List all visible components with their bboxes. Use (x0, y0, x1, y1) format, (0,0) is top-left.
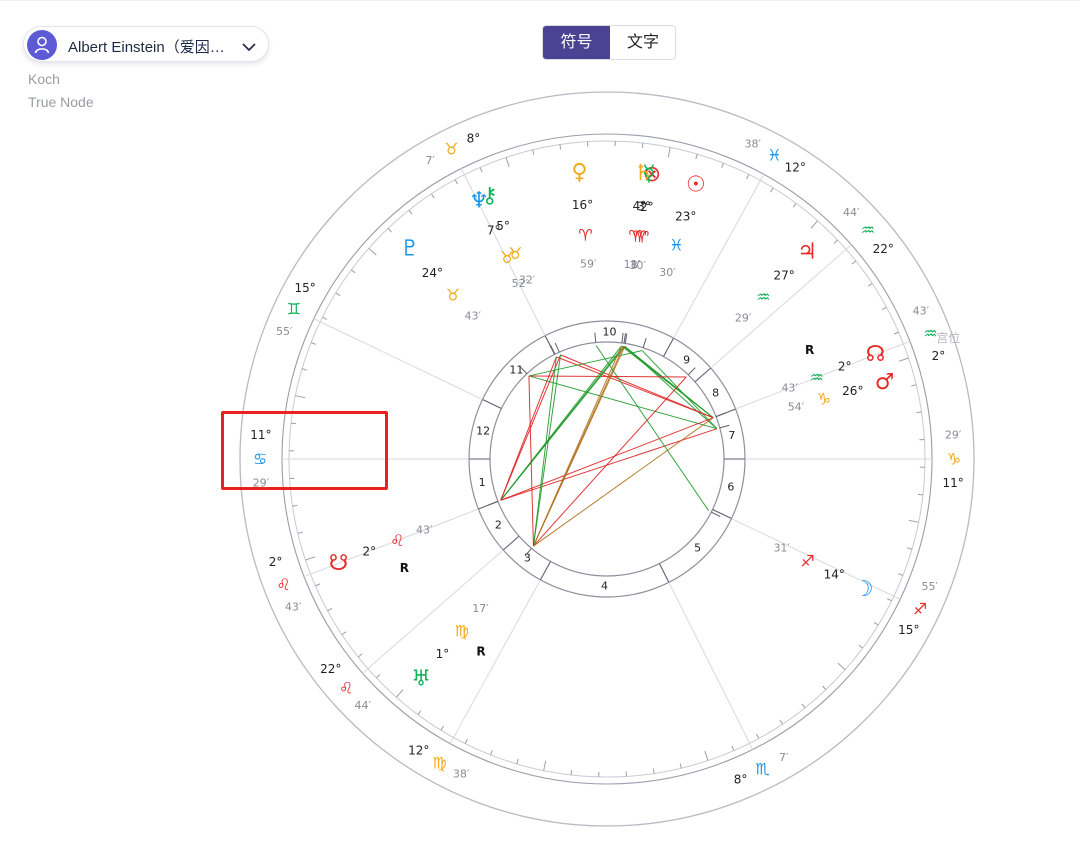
planet-glyph: ♇ (400, 237, 420, 262)
planet-sign-glyph: ♓ (669, 235, 683, 254)
planet-glyph: ♆ (469, 188, 489, 213)
natal-chart-wheel: ♋11°29′♌2°43′♌22°44′♍12°38′ ♏8°7′♐15°55′♑… (239, 91, 975, 827)
cusp-degree-label: 15° (295, 281, 316, 295)
planet-glyph: ☊ (866, 342, 886, 367)
cusp-minute-label: 55′ (276, 325, 293, 338)
cusp-sign-glyph: ♉ (444, 139, 458, 158)
cusp-sign-glyph: ♒ (861, 221, 875, 240)
house-number: 2 (495, 518, 502, 531)
cusp-degree-label: 2° (932, 349, 946, 363)
cusp-minute-label: 7′ (779, 751, 789, 764)
cusp-degree-label: 11° (943, 476, 964, 490)
degree-tick (917, 493, 924, 496)
house-number: 4 (601, 579, 608, 592)
planet-minute: 30′ (659, 266, 676, 279)
planet-sign-glyph: ♒ (756, 288, 770, 307)
cusp-degree-label: 2° (269, 555, 283, 569)
cusp-minute-label: 29′ (945, 428, 962, 441)
cusp-minute-label: 7′ (425, 154, 435, 167)
planet-degree: 14° (824, 568, 845, 582)
cusp-sign-glyph: ♓ (767, 146, 781, 165)
planet-sign-glyph: ♈ (578, 226, 592, 245)
planet-sign-glyph: ♈ (628, 226, 642, 245)
planet-minute: 43′ (464, 310, 481, 323)
planet-glyph: ♃ (797, 239, 817, 264)
house-number: 11 (509, 364, 523, 377)
planet-glyph: ♀ (571, 160, 587, 185)
retrograde-marker: R (805, 343, 814, 357)
planet-degree: 4° (633, 199, 647, 213)
planet-glyph: ☋ (329, 551, 349, 576)
retrograde-marker: R (400, 561, 409, 575)
planet-minute: 17′ (472, 602, 489, 615)
cusp-minute-label: 44′ (843, 206, 860, 219)
planet-degree: 2° (838, 360, 852, 374)
cusp-minute-label: 44′ (354, 699, 371, 712)
cusp-minute-label: 38′ (453, 767, 470, 780)
house-number: 1 (479, 476, 486, 489)
planet-degree: 1° (436, 647, 450, 661)
cusp-minute-label: 38′ (745, 138, 762, 151)
planet-minute: 54′ (788, 400, 805, 413)
planet-degree: 24° (422, 266, 443, 280)
planet-degree: 7° (487, 224, 501, 238)
planet-sign-glyph: ♐ (800, 552, 814, 571)
cusp-degree-label: 12° (785, 160, 806, 174)
house-number: 9 (683, 354, 690, 367)
planet-degree: 27° (773, 269, 794, 283)
cusp-degree-label: 22° (873, 242, 894, 256)
planet-degree: 2° (362, 544, 376, 558)
planet-sign-glyph: ♉ (446, 286, 460, 305)
cusp-sign-glyph: ♏ (755, 760, 769, 779)
house-number: 6 (727, 481, 734, 494)
cusp-degree-label: 15° (898, 623, 919, 637)
cusp-sign-glyph: ♑ (947, 450, 961, 469)
planet-glyph: ☉ (686, 173, 706, 198)
ascendant-highlight-box (221, 411, 388, 490)
house-number: 12 (476, 424, 490, 437)
planet-minute: 59′ (580, 257, 597, 270)
planet-degree: 26° (842, 384, 863, 398)
cusp-degree-label: 8° (467, 132, 481, 146)
house-number: 10 (602, 326, 616, 339)
planet-glyph: ☽ (854, 577, 874, 602)
planet-sign-glyph: ♉ (500, 248, 514, 267)
planet-minute: 52′ (512, 277, 529, 290)
planet-sign-glyph: ♑ (817, 390, 831, 409)
cusp-minute-label: 55′ (921, 580, 938, 593)
planet-minute: 43′ (781, 382, 798, 395)
cusp-sign-glyph: ♍ (432, 753, 446, 772)
planet-glyph: ♄ (634, 161, 654, 186)
planet-degree: 16° (572, 198, 593, 212)
planet-glyph: ♅ (411, 666, 431, 691)
cusp-minute-label: 43′ (285, 600, 302, 613)
cusp-degree-label: 8° (734, 772, 748, 786)
cusp-sign-glyph: ♊ (287, 300, 301, 319)
cusp-sign-glyph: ♐ (913, 599, 927, 618)
planet-minute: 29′ (735, 312, 752, 325)
house-number: 5 (694, 541, 701, 554)
planet-minute: 31′ (773, 541, 790, 554)
side-tag-label: 宫位 (936, 330, 960, 345)
cusp-minute-label: 43′ (913, 305, 930, 318)
house-number: 8 (712, 387, 719, 400)
planet-minute: 43′ (416, 523, 433, 536)
house-number: 7 (728, 429, 735, 442)
cusp-degree-label: 22° (320, 662, 341, 676)
planet-sign-glyph: ♌ (390, 531, 404, 550)
cusp-degree-label: 12° (408, 744, 429, 758)
cusp-sign-glyph: ♌ (276, 575, 290, 594)
cusp-sign-glyph: ♌ (339, 678, 353, 697)
planet-minute: 11′ (624, 258, 641, 271)
retrograde-marker: R (476, 644, 485, 658)
planet-glyph: ♂ (875, 370, 895, 395)
degree-tick (570, 769, 573, 776)
planet-sign-glyph: ♍ (455, 621, 469, 640)
degree-tick (641, 142, 644, 149)
planet-degree: 23° (675, 209, 696, 223)
planet-sign-glyph: ♒ (810, 368, 824, 387)
